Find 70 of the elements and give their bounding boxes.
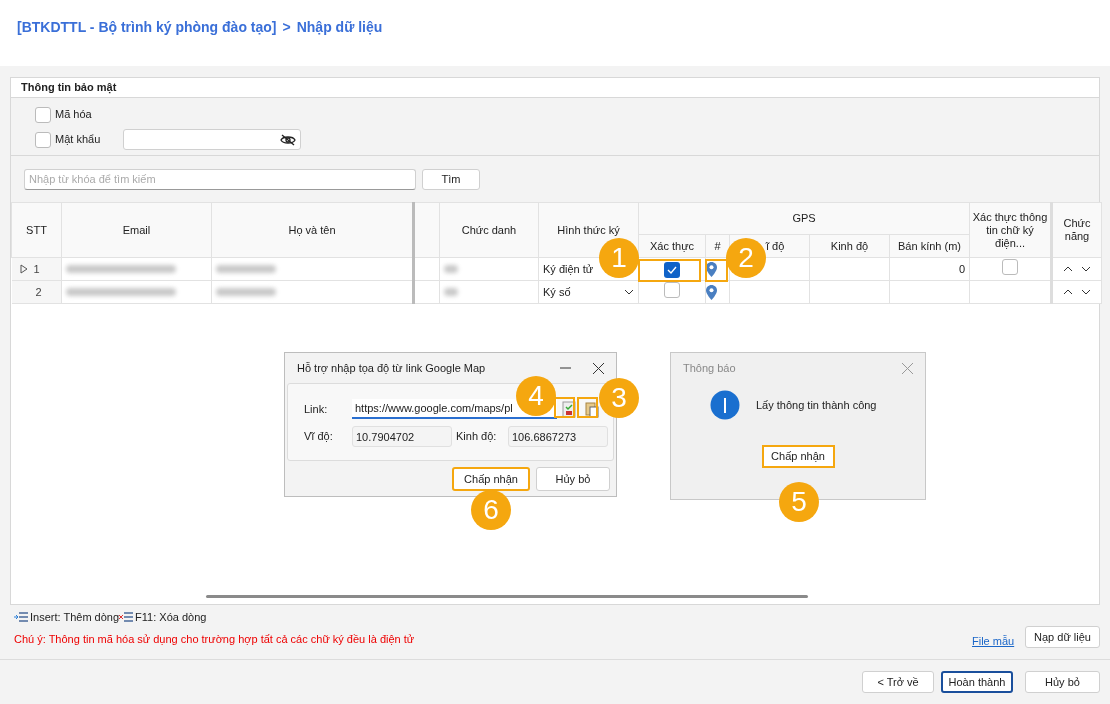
hide-password-icon[interactable] xyxy=(280,133,296,146)
search-field[interactable]: Nhập từ khóa để tìm kiếm xyxy=(24,168,416,190)
page-title: Nhập dữ liệu xyxy=(296,18,383,37)
column-header: Chức danh xyxy=(461,223,517,236)
field-label: Link: xyxy=(304,401,329,417)
move-up-icon[interactable] xyxy=(1063,266,1073,272)
location-pin-icon[interactable] xyxy=(706,284,717,300)
checkbox[interactable] xyxy=(35,131,51,148)
section-title: Thông tin bảo mật xyxy=(21,80,117,96)
checkbox[interactable] xyxy=(1002,258,1018,275)
move-up-icon[interactable] xyxy=(1063,289,1073,295)
blurred-text xyxy=(216,287,276,296)
column-header: Xác thực thông tin chữ ký điện... xyxy=(972,210,1048,249)
column-header: STT xyxy=(26,223,47,236)
column-header: Họ và tên xyxy=(288,223,336,236)
checkbox-label: Mã hóa xyxy=(55,107,93,123)
blurred-text xyxy=(216,264,276,273)
clipboard-icon[interactable] xyxy=(585,400,599,418)
checkbox[interactable] xyxy=(35,106,51,123)
breadcrumb-link[interactable]: [BTKDTTL - Bộ trình ký phòng đào tạo] xyxy=(17,17,277,38)
longitude-field[interactable]: 106.6867273 xyxy=(508,426,608,447)
highlight-frame xyxy=(638,259,701,282)
table-cell: 0 xyxy=(958,262,965,275)
warning-note: Chú ý: Thông tin mã hóa sử dụng cho trường hợp tất cả các chữ ký đều là điện tử xyxy=(14,632,415,647)
column-header: Hình thức ký xyxy=(557,223,620,236)
dialog-title: Hỗ trợ nhập tọa độ từ link Google Map xyxy=(297,360,486,376)
delete-row-icon xyxy=(119,612,134,623)
column-header: # xyxy=(714,239,721,252)
template-link[interactable]: File mẫu xyxy=(972,633,1015,650)
shortcut-hint: Insert: Thêm dòng xyxy=(30,610,120,625)
close-icon[interactable] xyxy=(593,362,604,374)
dialog-button[interactable]: Chấp nhận xyxy=(761,445,835,468)
dialog-title: Thông báo xyxy=(683,360,736,376)
row-number: 2 xyxy=(34,284,42,300)
column-header: Bán kính (m) xyxy=(898,239,961,252)
column-header: Xác thực xyxy=(649,239,695,252)
table-cell-text: Ký điện tử xyxy=(543,261,594,277)
column-header: ĩ độ xyxy=(766,239,785,252)
field-label: Kinh độ: xyxy=(456,429,498,445)
move-down-icon[interactable] xyxy=(1081,289,1091,295)
location-pin-icon[interactable] xyxy=(706,261,717,277)
row-number: 1 xyxy=(33,261,40,277)
table-cell-text: Ký số xyxy=(543,284,571,300)
column-header: Kinh độ xyxy=(830,239,869,252)
field-label: Vĩ độ: xyxy=(304,429,334,445)
dialog-button[interactable]: Chấp nhận xyxy=(452,467,530,491)
column-header: Email xyxy=(122,223,151,236)
checkbox[interactable] xyxy=(664,261,680,278)
footer-button[interactable]: < Trở về xyxy=(862,671,934,693)
dropdown-caret-icon[interactable] xyxy=(624,289,634,295)
message-text: Lấy thông tin thành công xyxy=(756,397,877,413)
footer-button[interactable]: Hủy bỏ xyxy=(1025,671,1100,693)
move-down-icon[interactable] xyxy=(1081,266,1091,272)
breadcrumb-separator: > xyxy=(282,18,291,37)
password-field[interactable] xyxy=(123,129,301,150)
horizontal-scrollbar[interactable] xyxy=(206,595,808,598)
blurred-text xyxy=(444,287,458,296)
latitude-field[interactable]: 10.7904702 xyxy=(352,426,452,447)
shortcut-hint: F11: Xóa dòng xyxy=(135,610,207,625)
footer-button[interactable]: Hoàn thành xyxy=(941,671,1013,693)
load-data-button[interactable]: Nạp dữ liệu xyxy=(1025,626,1100,648)
dialog-button[interactable]: Hủy bỏ xyxy=(536,467,610,491)
highlight-frame xyxy=(577,397,598,418)
insert-row-icon xyxy=(14,612,28,623)
checkbox-label: Mật khẩu xyxy=(55,132,102,148)
blurred-text xyxy=(444,264,458,273)
info-icon xyxy=(710,390,740,420)
column-header: GPS xyxy=(792,212,816,225)
column-header: Chức năng xyxy=(1063,217,1091,242)
search-button[interactable]: Tìm xyxy=(422,168,480,190)
